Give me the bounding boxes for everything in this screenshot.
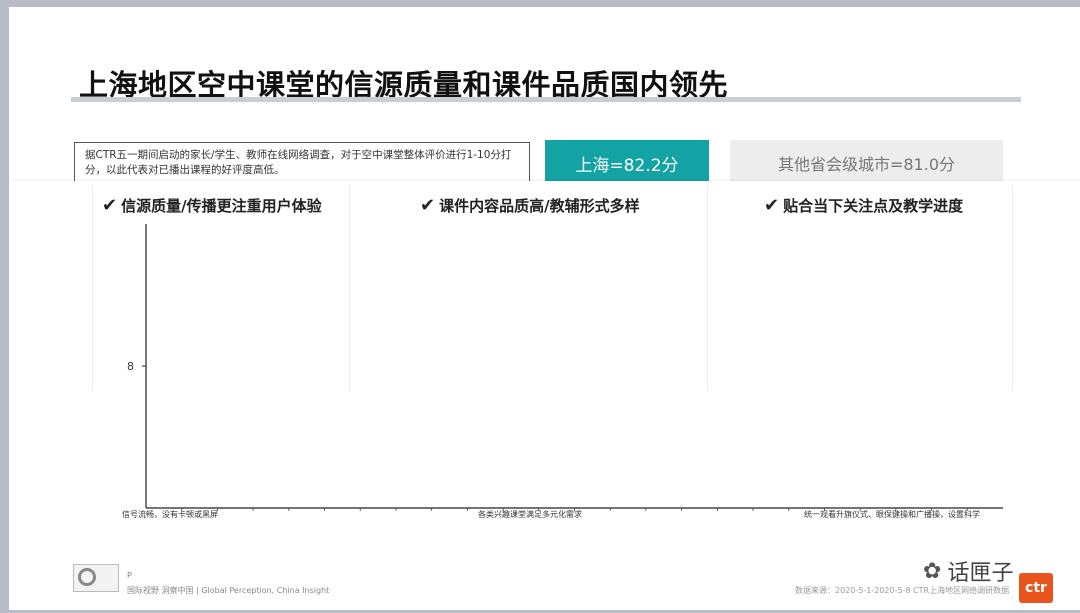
x-category-label: 统一观看升旗仪式、眼保健操和广播操，设置科学 [804,509,980,519]
x-category-label: 信号流畅，没有卡顿或黑屏 [122,509,218,519]
chart-svg: 8 信号流畅，没有卡顿或黑屏 各类兴趣课堂满足多元化需求 统一观看升旗仪式、眼保健操和… [122,224,1003,519]
y-tick-label: 8 [127,360,134,373]
x-category-label: 各类兴趣课堂满足多元化需求 [478,509,582,519]
